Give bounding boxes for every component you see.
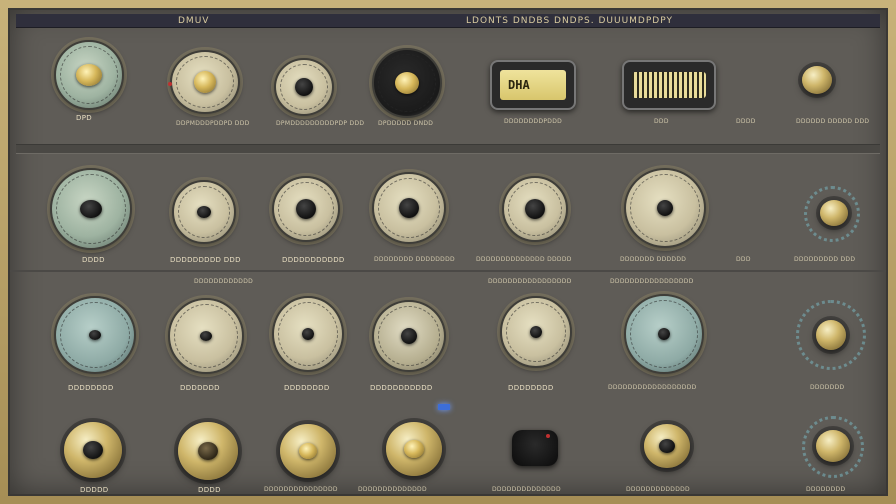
row3-label-2: DDDDDDD bbox=[180, 384, 220, 392]
status-led bbox=[438, 404, 450, 410]
row4-label-5: DDDDDDDDDDDDDD bbox=[492, 486, 561, 493]
row1-dial-4[interactable] bbox=[372, 48, 442, 118]
indicator-dot bbox=[546, 434, 550, 438]
knob-cap bbox=[200, 331, 212, 341]
row4-label-1: DDDDD bbox=[80, 486, 109, 494]
row3-dial-5[interactable] bbox=[500, 296, 572, 368]
display-2-label: DDD bbox=[654, 118, 669, 125]
control-panel: DMUV LDONTS DNDBS DNDPS. DUUUMDPDPY DPD … bbox=[8, 8, 888, 496]
row3-header-left: DDDDDDDDDDDD bbox=[194, 278, 254, 285]
knob-cap bbox=[80, 200, 102, 218]
knob-cap bbox=[530, 326, 542, 338]
row4-knob-1[interactable] bbox=[64, 422, 122, 478]
title-right: LDONTS DNDBS DNDPS. DUUUMDPDPY bbox=[466, 15, 673, 26]
row2-dial-5[interactable] bbox=[502, 176, 568, 242]
row2-side-label: DDD bbox=[736, 256, 751, 263]
digital-display-2 bbox=[622, 60, 716, 110]
row2-label-5: DDDDDDDDDDDDDD DDDDD bbox=[476, 256, 572, 263]
row3-label-3: DDDDDDDD bbox=[284, 384, 330, 392]
display-bargraph bbox=[632, 72, 706, 98]
row3-header-right: DDDDDDDDDDDDDDDDD bbox=[610, 278, 694, 285]
row4-knob-2[interactable] bbox=[178, 422, 238, 480]
row3-knob-brass[interactable] bbox=[816, 320, 846, 350]
row1-label-7: DDDDDD DDDDD DDD bbox=[796, 118, 870, 125]
title-left: DMUV bbox=[178, 15, 210, 26]
knob-cap bbox=[659, 439, 675, 453]
knob-cap bbox=[302, 328, 314, 340]
row4-label-7: DDDDDDDD bbox=[806, 486, 846, 493]
knob-cap bbox=[197, 206, 211, 218]
display-screen: DHA bbox=[500, 70, 566, 100]
row2-dial-2[interactable] bbox=[172, 180, 236, 244]
section-divider-1 bbox=[16, 144, 880, 154]
row4-label-4: DDDDDDDDDDDDDD bbox=[358, 486, 427, 493]
row3-header-mid: DDDDDDDDDDDDDDDDD bbox=[488, 278, 572, 285]
row1-knob-brass[interactable] bbox=[802, 66, 832, 94]
row3-label-6: DDDDDDDDDDDDDDDDDD bbox=[608, 384, 697, 391]
knob-cap bbox=[296, 199, 316, 219]
row4-label-6: DDDDDDDDDDDDD bbox=[626, 486, 690, 493]
row2-knob-brass[interactable] bbox=[820, 200, 848, 226]
row3-label-1: DDDDDDDD bbox=[68, 384, 114, 392]
row1-side-label: DDDD bbox=[736, 118, 756, 125]
knob-cap bbox=[198, 442, 218, 460]
knob-cap bbox=[89, 330, 101, 340]
row2-label-2: DDDDDDDDD DDD bbox=[170, 256, 241, 264]
knob-cap bbox=[194, 71, 216, 93]
knob-cap bbox=[83, 441, 103, 459]
row3-dial-4[interactable] bbox=[372, 300, 446, 372]
knob-cap bbox=[525, 199, 545, 219]
knob-cap bbox=[399, 198, 419, 218]
section-divider-2 bbox=[10, 270, 886, 272]
knob-cap bbox=[404, 440, 424, 458]
row1-label-3: DPMDDDDDDDDDPDP DDD bbox=[276, 120, 365, 127]
row3-label-5: DDDDDDDD bbox=[508, 384, 554, 392]
row4-knob-6[interactable] bbox=[644, 424, 690, 468]
row3-dial-3[interactable] bbox=[272, 296, 344, 372]
row4-knob-5[interactable] bbox=[512, 430, 558, 466]
knob-cap bbox=[658, 328, 670, 340]
row4-knob-7[interactable] bbox=[816, 430, 850, 462]
panel-frame: DMUV LDONTS DNDBS DNDPS. DUUUMDPDPY DPD … bbox=[0, 0, 896, 504]
knob-cap bbox=[401, 328, 417, 344]
row4-label-3: DDDDDDDDDDDDDDD bbox=[264, 486, 338, 493]
row2-label-3: DDDDDDDDDDD bbox=[282, 256, 345, 264]
row1-dial-2[interactable] bbox=[170, 50, 240, 114]
row2-dial-6[interactable] bbox=[624, 168, 706, 248]
row2-label-4: DDDDDDDD DDDDDDDD bbox=[374, 256, 455, 263]
row2-dial-4[interactable] bbox=[372, 172, 446, 244]
row3-dial-1[interactable] bbox=[54, 296, 136, 374]
knob-cap bbox=[76, 64, 102, 86]
row4-knob-3[interactable] bbox=[280, 424, 336, 478]
row1-label-4: DPDDDDD DNDD bbox=[378, 120, 434, 127]
digital-display-1: DHA bbox=[490, 60, 576, 110]
row4-label-2: DDDD bbox=[198, 486, 221, 494]
display-1-label: DDDDDDDDPDDD bbox=[504, 118, 563, 125]
row1-dial-3[interactable] bbox=[274, 58, 334, 116]
knob-cap bbox=[657, 200, 673, 216]
row2-dial-3[interactable] bbox=[272, 176, 340, 242]
row2-label-6: DDDDDDD DDDDDD bbox=[620, 256, 687, 263]
row2-label-1: DDDD bbox=[82, 256, 105, 264]
row2-dial-1[interactable] bbox=[50, 168, 132, 250]
row4-knob-4[interactable] bbox=[386, 422, 442, 476]
indicator-dot bbox=[168, 82, 172, 86]
knob-cap bbox=[299, 443, 317, 459]
row3-dial-2[interactable] bbox=[168, 298, 244, 374]
row1-label-2: DDPMDDDPDDPD DDD bbox=[176, 120, 250, 127]
row3-dial-6[interactable] bbox=[624, 294, 704, 374]
title-bar: DMUV LDONTS DNDBS DNDPS. DUUUMDPDPY bbox=[16, 14, 880, 28]
row3-label-4: DDDDDDDDDDD bbox=[370, 384, 433, 392]
row1-dial-1[interactable] bbox=[54, 40, 124, 110]
row1-label-1: DPD bbox=[76, 114, 92, 122]
knob-cap bbox=[295, 78, 313, 96]
row3-label-7: DDDDDDD bbox=[810, 384, 845, 391]
knob-cap bbox=[395, 72, 419, 94]
row2-label-7: DDDDDDDDD DDD bbox=[794, 256, 856, 263]
